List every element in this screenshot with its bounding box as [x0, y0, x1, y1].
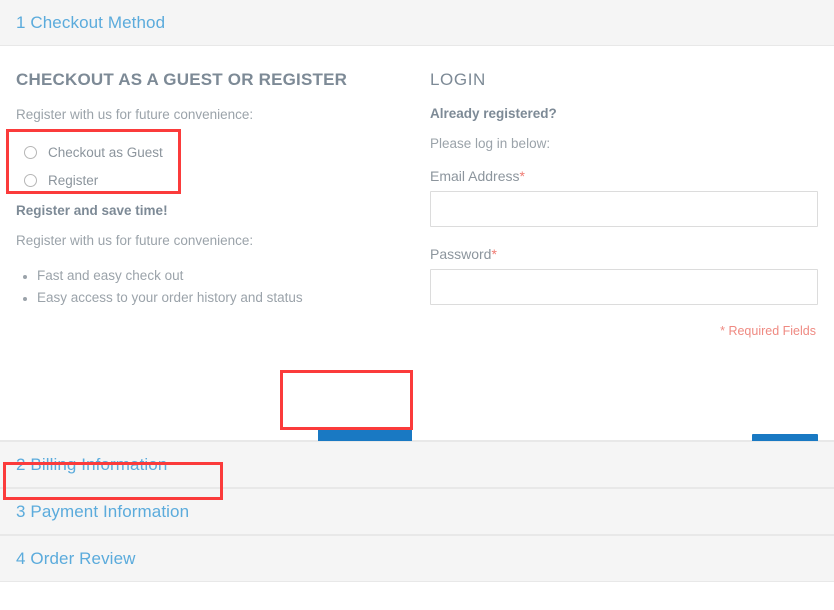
accordion-title-checkout-method: 1 Checkout Method — [16, 13, 165, 33]
radio-option-register[interactable]: Register — [16, 167, 398, 195]
accordion-title-billing-information: 2 Billing Information — [16, 455, 167, 475]
radio-option-checkout-as-guest[interactable]: Checkout as Guest — [16, 139, 398, 167]
accordion-header-billing-information[interactable]: 2 Billing Information — [0, 441, 834, 488]
accordion-title-payment-information: 3 Payment Information — [16, 502, 189, 522]
accordion-header-order-review[interactable]: 4 Order Review — [0, 535, 834, 582]
checkout-method-radio-group[interactable]: Checkout as Guest Register — [16, 139, 398, 195]
already-registered-text: Already registered? — [430, 106, 817, 121]
accordion-title-order-review: 4 Order Review — [16, 549, 136, 569]
password-label: Password* — [430, 246, 817, 262]
checkout-method-panel: CHECKOUT AS A GUEST OR REGISTER Register… — [0, 46, 834, 441]
accordion-header-checkout-method[interactable]: 1 Checkout Method — [0, 0, 834, 46]
accordion-header-payment-information[interactable]: 3 Payment Information — [0, 488, 834, 535]
list-item: Fast and easy check out — [37, 265, 398, 287]
radio-circle-icon — [24, 174, 37, 187]
register-save-time-text: Register and save time! — [16, 203, 398, 218]
radio-label-checkout-as-guest: Checkout as Guest — [48, 145, 163, 160]
radio-circle-icon — [24, 146, 37, 159]
guest-register-heading: CHECKOUT AS A GUEST OR REGISTER — [16, 70, 398, 90]
register-sub-intro: Register with us for future convenience: — [16, 232, 398, 251]
list-item: Easy access to your order history and st… — [37, 287, 398, 309]
register-benefits-list: Fast and easy check out Easy access to y… — [16, 265, 398, 309]
panel-columns: CHECKOUT AS A GUEST OR REGISTER Register… — [0, 46, 834, 348]
guest-register-column: CHECKOUT AS A GUEST OR REGISTER Register… — [0, 46, 418, 348]
email-field[interactable] — [430, 191, 818, 227]
password-field[interactable] — [430, 269, 818, 305]
email-address-label: Email Address* — [430, 168, 817, 184]
password-label-text: Password — [430, 246, 491, 262]
please-log-in-text: Please log in below: — [430, 135, 817, 154]
email-address-label-text: Email Address — [430, 168, 519, 184]
radio-label-register: Register — [48, 173, 98, 188]
required-fields-note: * Required Fields — [430, 324, 816, 338]
guest-register-intro: Register with us for future convenience: — [16, 106, 398, 125]
required-asterisk-icon: * — [519, 168, 524, 184]
login-column: LOGIN Already registered? Please log in … — [418, 46, 834, 348]
login-heading: LOGIN — [430, 70, 817, 90]
required-asterisk-icon: * — [491, 246, 496, 262]
